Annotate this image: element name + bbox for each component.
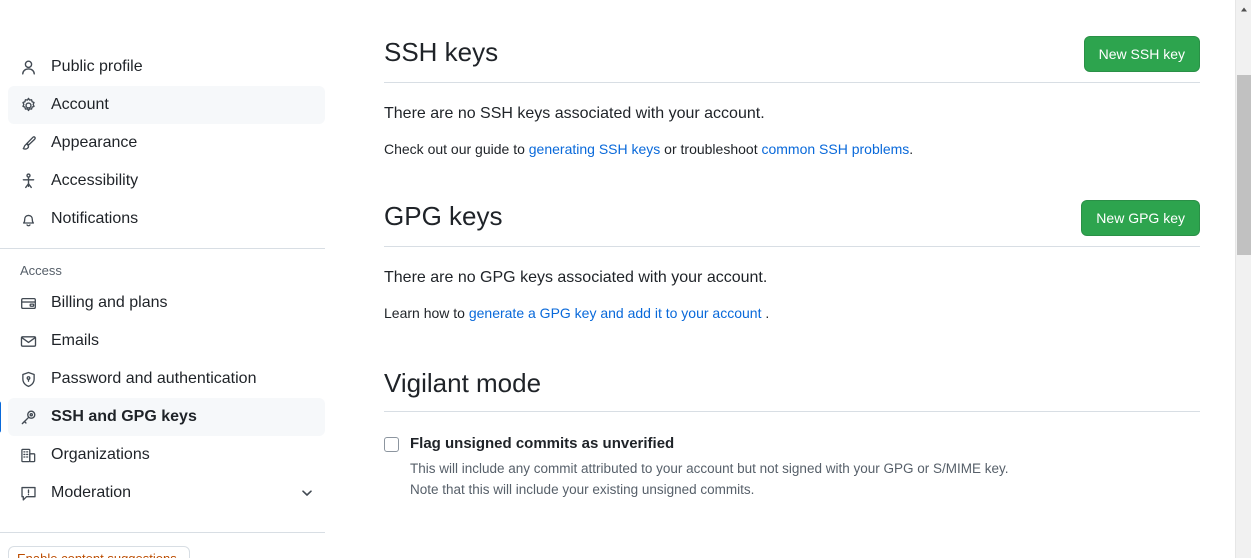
vertical-scrollbar[interactable] (1235, 0, 1251, 558)
ssh-help-prefix: Check out our guide to (384, 141, 529, 157)
access-nav-group: Billing and plans Emails Password and au… (0, 284, 333, 512)
sidebar-footer-divider (0, 532, 325, 533)
gpg-help-suffix: . (761, 305, 770, 321)
ssh-keys-header: SSH keys New SSH key (384, 30, 1200, 72)
paintbrush-icon (20, 135, 37, 152)
sidebar-item-label: Accessibility (51, 172, 139, 189)
common-ssh-problems-link[interactable]: common SSH problems (761, 141, 909, 157)
sidebar-footer-item[interactable]: Enable content suggestions (8, 546, 190, 558)
sidebar-item-label: SSH and GPG keys (51, 408, 197, 425)
shield-lock-icon (20, 371, 37, 388)
sidebar-section-heading-access: Access (20, 263, 62, 278)
scroll-up-arrow-icon[interactable] (1239, 2, 1249, 12)
key-icon (20, 409, 37, 426)
gpg-keys-header: GPG keys New GPG key (384, 194, 1200, 236)
report-icon (20, 485, 37, 502)
sidebar-item-label: Billing and plans (51, 294, 168, 311)
gpg-help-prefix: Learn how to (384, 305, 469, 321)
sidebar-item-accessibility[interactable]: Accessibility (8, 162, 325, 200)
sidebar-item-label: Notifications (51, 210, 139, 227)
settings-page: Your personal account Public profile (0, 0, 1251, 558)
gear-icon (20, 97, 37, 114)
sidebar-item-notifications[interactable]: Notifications (8, 200, 325, 238)
vigilant-mode-header: Vigilant mode (384, 361, 1200, 401)
sidebar-item-billing-and-plans[interactable]: Billing and plans (8, 284, 325, 322)
gpg-empty-message: There are no GPG keys associated with yo… (384, 269, 768, 286)
personal-nav-group: Public profile Account Appearance Access… (0, 48, 333, 238)
organization-icon (20, 447, 37, 464)
credit-card-icon (20, 295, 37, 312)
sidebar-item-emails[interactable]: Emails (8, 322, 325, 360)
bell-icon (20, 211, 37, 228)
person-icon (20, 59, 37, 76)
ssh-help-line: Check out our guide to generating SSH ke… (384, 123, 1200, 157)
flag-unsigned-commits-option: Flag unsigned commits as unverified This… (384, 412, 1200, 500)
ssh-empty-message: There are no SSH keys associated with yo… (384, 105, 765, 122)
sidebar-footer-label: Enable content suggestions (9, 547, 189, 558)
generating-ssh-keys-link[interactable]: generating SSH keys (529, 141, 661, 157)
sidebar-item-public-profile[interactable]: Public profile (8, 48, 325, 86)
sidebar-item-label: Public profile (51, 58, 143, 75)
flag-unsigned-commits-checkbox[interactable] (384, 436, 399, 452)
ssh-help-suffix: . (909, 141, 914, 157)
accessibility-icon (20, 172, 37, 190)
ssh-keys-section: SSH keys New SSH key There are no SSH ke… (384, 0, 1200, 157)
settings-sidebar: Public profile Account Appearance Access… (0, 0, 333, 558)
vigilant-note-line-2: Note that this will include your existin… (410, 481, 755, 497)
sidebar-item-account[interactable]: Account (8, 86, 325, 124)
gpg-help-line: Learn how to generate a GPG key and add … (384, 287, 1200, 321)
sidebar-item-appearance[interactable]: Appearance (8, 124, 325, 162)
generate-gpg-key-link[interactable]: generate a GPG key and add it to your ac… (469, 305, 762, 321)
sidebar-item-label: Emails (51, 332, 100, 349)
gpg-keys-title: GPG keys (384, 201, 503, 231)
vigilant-note-line-1: This will include any commit attributed … (410, 460, 1009, 476)
sidebar-item-moderation[interactable]: Moderation (8, 474, 325, 512)
sidebar-item-label: Appearance (51, 134, 138, 151)
mail-icon (20, 333, 37, 350)
sidebar-item-organizations[interactable]: Organizations (8, 436, 325, 474)
ssh-keys-title: SSH keys (384, 37, 499, 67)
sidebar-item-label: Organizations (51, 446, 150, 463)
ssh-help-middle: or troubleshoot (660, 141, 762, 157)
sidebar-item-label: Moderation (51, 484, 132, 501)
scrollbar-thumb[interactable] (1237, 75, 1251, 255)
chevron-down-icon[interactable] (299, 485, 315, 501)
vigilant-mode-section: Vigilant mode Flag unsigned commits as u… (384, 321, 1200, 500)
sidebar-item-label: Password and authentication (51, 370, 257, 387)
vigilant-mode-title: Vigilant mode (384, 368, 542, 398)
new-gpg-key-button[interactable]: New GPG key (1081, 200, 1200, 236)
flag-unsigned-commits-text-block: Flag unsigned commits as unverified This… (410, 434, 1009, 500)
new-ssh-key-button[interactable]: New SSH key (1083, 36, 1200, 72)
main-content: SSH keys New SSH key There are no SSH ke… (333, 0, 1228, 558)
sidebar-item-ssh-and-gpg-keys[interactable]: SSH and GPG keys (0, 398, 325, 436)
sidebar-item-label: Account (51, 96, 109, 113)
flag-unsigned-commits-label: Flag unsigned commits as unverified (410, 434, 675, 452)
gpg-keys-section: GPG keys New GPG key There are no GPG ke… (384, 157, 1200, 321)
sidebar-item-password-and-authentication[interactable]: Password and authentication (8, 360, 325, 398)
